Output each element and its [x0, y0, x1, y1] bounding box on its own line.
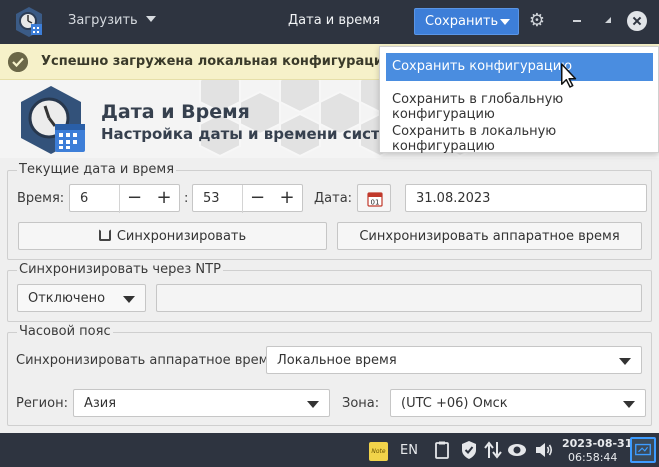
save-menu-label: Сохранить	[425, 14, 499, 29]
load-menu-button[interactable]: Загрузить	[68, 13, 156, 28]
region-select[interactable]: Азия	[73, 389, 330, 417]
chevron-down-icon	[123, 296, 135, 303]
ntp-mode-select[interactable]: Отключено	[17, 284, 146, 312]
maximize-icon[interactable]	[604, 16, 612, 24]
clipboard-icon[interactable]	[432, 440, 452, 460]
datetime-app-icon	[21, 86, 85, 154]
ntp-mode-value: Отключено	[28, 291, 106, 306]
minutes-value: 53	[203, 191, 220, 206]
calendar-button[interactable]: 01	[357, 184, 391, 212]
zone-label: Зона:	[342, 396, 380, 411]
region-label: Регион:	[16, 396, 68, 411]
gear-icon[interactable]: ⚙	[527, 11, 547, 31]
hours-value: 6	[80, 191, 89, 206]
minutes-increment-button[interactable]: +	[272, 185, 302, 213]
network-transfer-icon[interactable]	[483, 440, 503, 460]
desktop-icon	[635, 443, 651, 456]
region-value: Азия	[84, 396, 117, 411]
menu-item-save-global[interactable]: Сохранить в глобальную конфигурацию	[386, 86, 653, 122]
menu-item-save-config[interactable]: Сохранить конфигурацию	[386, 53, 653, 81]
system-taskbar	[0, 433, 659, 467]
minutes-stepper[interactable]: 53 − +	[192, 184, 303, 213]
sync-hardware-time-button[interactable]: Синхронизировать аппаратное время	[337, 222, 642, 250]
menu-item-label: Сохранить конфигурацию	[392, 59, 573, 74]
hours-decrement-button[interactable]: −	[119, 185, 149, 213]
taskbar-date: 2023-08-31	[562, 437, 633, 450]
sync-hardware-time-label: Синхронизировать аппаратное время	[359, 229, 620, 244]
hours-increment-button[interactable]: +	[149, 185, 179, 213]
sync-icon	[98, 229, 111, 241]
zone-select[interactable]: (UTC +06) Омск	[390, 389, 646, 417]
sync-button-label: Синхронизировать	[116, 229, 247, 244]
date-label: Дата:	[314, 191, 353, 206]
window-titlebar: Загрузить Дата и время Сохранить ⚙	[0, 0, 659, 44]
window-title: Дата и время	[288, 13, 380, 28]
menu-item-save-local[interactable]: Сохранить в локальную конфигурацию	[386, 118, 653, 154]
hardware-time-label: Синхронизировать аппаратное время:	[16, 353, 281, 368]
ntp-group-title: Синхронизировать через NTP	[17, 262, 223, 277]
notification-text: Успешно загружена локальная конфигурация	[41, 54, 392, 69]
checkmark-icon	[8, 52, 28, 72]
chevron-down-icon	[623, 401, 635, 408]
close-icon[interactable]	[627, 11, 647, 31]
date-value: 31.08.2023	[416, 191, 491, 206]
date-field[interactable]: 31.08.2023	[405, 184, 647, 212]
chevron-down-icon	[619, 358, 631, 365]
taskbar-time: 06:58:44	[568, 451, 618, 464]
page-title: Дата и Время	[101, 101, 250, 123]
keyboard-layout-indicator[interactable]: EN	[400, 443, 418, 458]
time-label: Время:	[17, 191, 65, 206]
timezone-group-title: Часовой пояс	[17, 324, 113, 339]
ntp-server-input[interactable]	[156, 284, 642, 312]
hardware-time-select[interactable]: Локальное время	[266, 346, 642, 374]
save-menu-button[interactable]: Сохранить	[414, 8, 519, 35]
current-datetime-group-title: Текущие дата и время	[17, 162, 177, 177]
zone-value: (UTC +06) Омск	[401, 396, 508, 411]
show-desktop-button[interactable]	[630, 437, 656, 463]
eye-icon[interactable]	[507, 440, 527, 460]
hours-stepper[interactable]: 6 − +	[69, 184, 180, 213]
hardware-time-value: Локальное время	[277, 353, 397, 368]
shield-check-icon[interactable]	[459, 440, 479, 460]
save-dropdown-menu: Сохранить конфигурацию Сохранить в глоба…	[379, 46, 659, 154]
chevron-down-icon	[307, 401, 319, 408]
minutes-decrement-button[interactable]: −	[242, 185, 272, 213]
app-clock-icon	[16, 7, 42, 37]
sync-button[interactable]: Синхронизировать	[18, 222, 327, 250]
svg-text:01: 01	[371, 199, 380, 207]
page-subtitle: Настройка даты и времени системы	[101, 125, 416, 143]
chevron-down-icon	[500, 19, 510, 25]
mouse-pointer-icon	[561, 63, 577, 88]
load-menu-label: Загрузить	[68, 13, 138, 28]
time-separator: :	[184, 191, 189, 206]
chevron-down-icon	[145, 16, 156, 22]
sticky-notes-icon[interactable]: Note	[369, 442, 388, 461]
volume-icon[interactable]	[534, 440, 554, 460]
menu-item-label: Сохранить в локальную конфигурацию	[392, 124, 557, 154]
calendar-icon: 01	[367, 192, 383, 207]
minimize-icon[interactable]	[573, 20, 581, 22]
